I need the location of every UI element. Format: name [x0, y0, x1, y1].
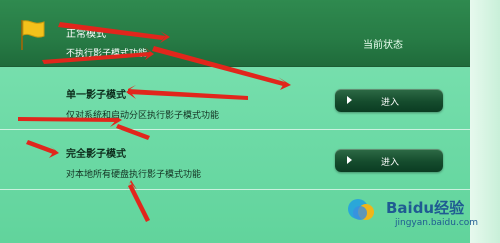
red-arrow-annotation	[26, 140, 55, 154]
red-arrow-annotation	[18, 117, 118, 122]
red-arrow-annotation	[152, 46, 285, 86]
red-arrow-annotation	[128, 89, 248, 100]
red-arrow-annotation	[128, 184, 150, 222]
red-arrow-annotation	[116, 124, 150, 140]
red-arrow-annotation	[42, 52, 151, 64]
annotation-arrows	[18, 22, 291, 222]
red-arrow-annotation	[58, 22, 166, 40]
